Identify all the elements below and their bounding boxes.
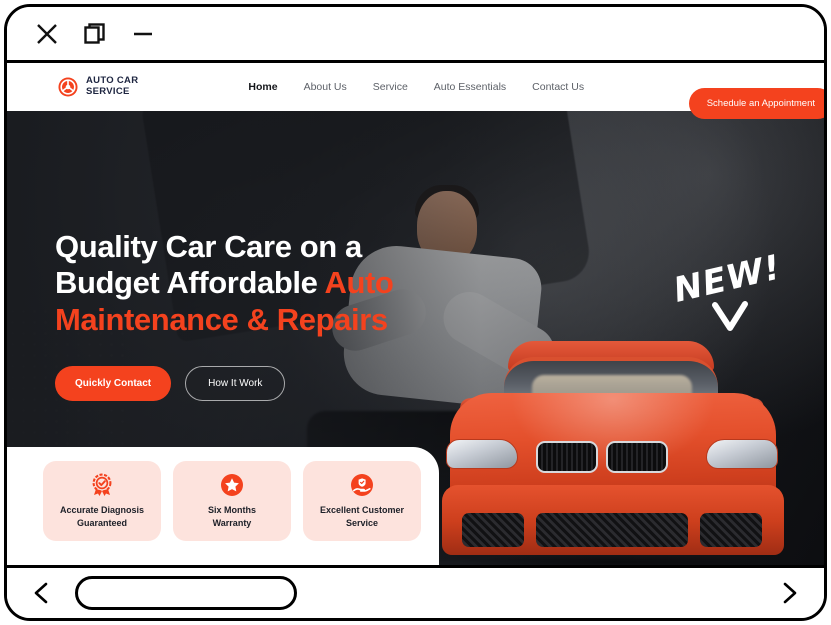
feature-card-label: Six Months Warranty bbox=[207, 505, 256, 528]
feature-card-label: Accurate Diagnosis Guaranteed bbox=[59, 505, 145, 528]
nav-item-home[interactable]: Home bbox=[248, 81, 277, 93]
close-icon[interactable] bbox=[33, 20, 61, 48]
restore-window-icon[interactable] bbox=[81, 20, 109, 48]
feature-cards-panel: Accurate Diagnosis Guaranteed Six Months… bbox=[7, 447, 439, 565]
site-header: AUTO CAR SERVICE Home About Us Service A… bbox=[7, 63, 824, 119]
star-icon bbox=[220, 473, 244, 497]
feature-card-excellent-customer-service[interactable]: Excellent Customer Service bbox=[303, 461, 421, 541]
main-navigation: Home About Us Service Auto Essentials Co… bbox=[248, 81, 584, 93]
address-bar-input[interactable] bbox=[75, 576, 297, 610]
browser-bottom-bar bbox=[7, 565, 824, 618]
quality-badge-icon bbox=[90, 473, 114, 497]
browser-window: Quality Car Care on a Budget Affordable … bbox=[4, 4, 827, 621]
feature-card-six-months-warranty[interactable]: Six Months Warranty bbox=[173, 461, 291, 541]
nav-item-contact-us[interactable]: Contact Us bbox=[532, 81, 584, 93]
quickly-contact-button[interactable]: Quickly Contact bbox=[55, 365, 172, 401]
page-viewport: Quality Car Care on a Budget Affordable … bbox=[7, 63, 824, 565]
nav-item-about-us[interactable]: About Us bbox=[304, 81, 347, 93]
nav-item-auto-essentials[interactable]: Auto Essentials bbox=[434, 81, 506, 93]
feature-card-label: Excellent Customer Service bbox=[319, 505, 405, 528]
nav-item-service[interactable]: Service bbox=[373, 81, 408, 93]
headline-line-2-plain: Budget Affordable bbox=[55, 265, 325, 301]
site-logo[interactable]: AUTO CAR SERVICE bbox=[57, 75, 139, 98]
headline-line-3-accent: Maintenance & Repairs bbox=[55, 301, 388, 337]
schedule-appointment-button[interactable]: Schedule an Appointment bbox=[688, 88, 824, 119]
window-title-bar bbox=[7, 7, 824, 63]
logo-line-2: SERVICE bbox=[86, 86, 130, 97]
customer-care-icon bbox=[350, 473, 374, 497]
site-logo-text: AUTO CAR SERVICE bbox=[86, 75, 139, 98]
page-title: Quality Car Care on a Budget Affordable … bbox=[55, 229, 475, 338]
hero-car-image bbox=[412, 335, 812, 565]
forward-arrow-icon[interactable] bbox=[772, 576, 806, 610]
minimize-icon[interactable] bbox=[129, 20, 157, 48]
steering-wheel-icon bbox=[57, 76, 79, 98]
hero-section: Quality Car Care on a Budget Affordable … bbox=[7, 111, 824, 565]
logo-line-1: AUTO CAR bbox=[86, 75, 139, 87]
headline-line-2-accent: Auto bbox=[324, 265, 394, 301]
feature-card-accurate-diagnosis[interactable]: Accurate Diagnosis Guaranteed bbox=[43, 461, 161, 541]
how-it-work-button[interactable]: How It Work bbox=[185, 365, 286, 401]
back-arrow-icon[interactable] bbox=[25, 576, 59, 610]
headline-line-1: Quality Car Care on a bbox=[55, 229, 362, 264]
